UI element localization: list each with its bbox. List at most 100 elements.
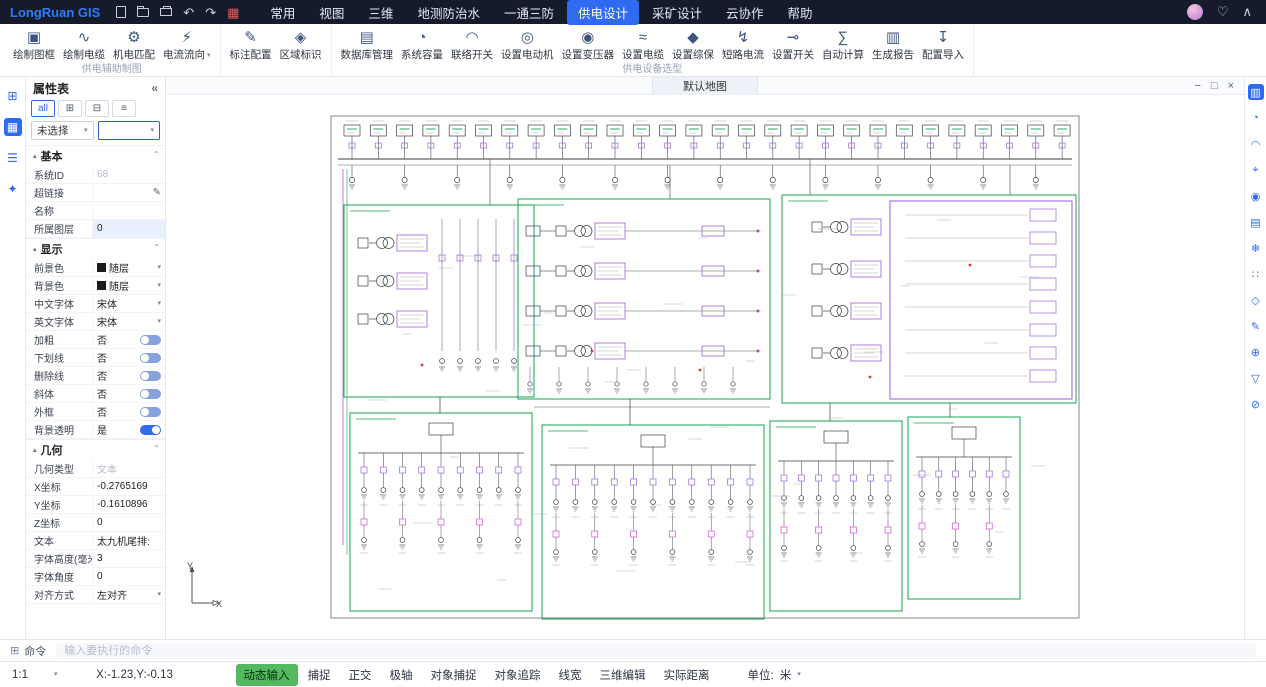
auto-calc-button[interactable]: ∑自动计算 — [818, 27, 868, 63]
palette-icon[interactable]: ▦ — [227, 6, 239, 19]
edit-icon[interactable]: ✎ — [153, 187, 161, 198]
map-panel-icon[interactable]: ▦ — [4, 118, 22, 136]
menu-tab-6[interactable]: 采矿设计 — [641, 0, 713, 25]
pie-icon[interactable]: ◔ — [1248, 110, 1264, 126]
layers-tab-icon[interactable]: ≡ — [112, 100, 136, 117]
current-direction-button[interactable]: ⚡电流流向▾ — [159, 27, 215, 63]
grid-icon[interactable]: ∷ — [1248, 266, 1264, 282]
drawing-canvas[interactable]: Y X — [166, 95, 1244, 639]
property-value[interactable]: 随层▾ — [92, 259, 165, 276]
menu-tab-8[interactable]: 帮助 — [777, 0, 824, 25]
link-icon[interactable]: ✦ — [4, 180, 22, 198]
diamond-icon[interactable]: ◇ — [1248, 292, 1264, 308]
capacity-button[interactable]: ◔系统容量 — [397, 27, 447, 63]
new-file-icon[interactable] — [116, 6, 126, 18]
toggle-switch[interactable] — [140, 425, 161, 435]
field-tab-icon[interactable]: ⊟ — [85, 100, 109, 117]
property-value[interactable] — [92, 202, 165, 219]
menu-tab-7[interactable]: 云协作 — [715, 0, 775, 25]
list-icon[interactable]: ☰ — [4, 149, 22, 167]
property-value[interactable]: 否 — [92, 331, 165, 348]
property-value[interactable]: 0 — [92, 568, 165, 585]
status-toggle-1[interactable]: 捕捉 — [300, 664, 339, 686]
toggle-switch[interactable] — [140, 407, 161, 417]
motor-button[interactable]: ◎设置电动机 — [497, 27, 558, 63]
edit-icon[interactable]: ✎ — [1248, 318, 1264, 334]
gear-button[interactable]: ⚙机电匹配 — [109, 27, 159, 63]
filter-dropdown[interactable]: ▾ — [98, 121, 161, 140]
protection-button[interactable]: ◆设置综保 — [668, 27, 718, 63]
menu-tab-2[interactable]: 三维 — [357, 0, 404, 25]
collapse-panel-icon[interactable]: « — [151, 81, 158, 95]
database-button[interactable]: ▤数据库管理 — [337, 27, 398, 63]
property-value[interactable]: 0 — [92, 514, 165, 531]
property-value[interactable]: 宋体▾ — [92, 295, 165, 312]
status-toggle-7[interactable]: 三维编辑 — [592, 664, 654, 686]
close-icon[interactable]: × — [1228, 80, 1234, 92]
menu-tab-0[interactable]: 常用 — [259, 0, 306, 25]
section-header-2[interactable]: ▴几何ˆ — [26, 439, 165, 460]
property-value[interactable]: 是 — [92, 421, 165, 438]
print-icon[interactable] — [160, 8, 172, 16]
property-value[interactable]: 否 — [92, 403, 165, 420]
toggle-switch[interactable] — [140, 335, 161, 345]
pages-icon[interactable]: ▥ — [1248, 84, 1264, 100]
layers-icon[interactable]: ▤ — [1248, 214, 1264, 230]
switch-button[interactable]: ⊸设置开关 — [768, 27, 818, 63]
menu-tab-3[interactable]: 地测防治水 — [406, 0, 491, 25]
snowflake-icon[interactable]: ❄ — [1248, 240, 1264, 256]
property-value[interactable]: 否 — [92, 349, 165, 366]
property-value[interactable]: 太九机尾排: — [92, 532, 165, 549]
selection-dropdown[interactable]: 未选择 ▾ — [31, 121, 94, 140]
collapse-ribbon-icon[interactable]: ∧ — [1242, 4, 1252, 20]
property-value[interactable]: -0.2765169 — [92, 478, 165, 495]
status-toggle-3[interactable]: 极轴 — [382, 664, 421, 686]
property-value[interactable]: 宋体▾ — [92, 313, 165, 330]
tie-switch-button[interactable]: ◠联络开关 — [447, 27, 497, 63]
record-icon[interactable]: ◉ — [1248, 188, 1264, 204]
redo-icon[interactable]: ↷ — [205, 6, 216, 19]
area-label-button[interactable]: ◈区域标识 — [276, 27, 326, 63]
units-dropdown[interactable]: 单位: 米 ▾ — [748, 667, 801, 683]
menu-tab-1[interactable]: 视图 — [308, 0, 355, 25]
status-toggle-0[interactable]: 动态输入 — [236, 664, 298, 686]
report-button[interactable]: ▥生成报告 — [868, 27, 918, 63]
short-circuit-button[interactable]: ↯短路电流 — [718, 27, 768, 63]
slash-icon[interactable]: ⊘ — [1248, 396, 1264, 412]
maximize-icon[interactable]: □ — [1211, 80, 1218, 92]
property-value[interactable]: -0.1610896 — [92, 496, 165, 513]
status-toggle-8[interactable]: 实际距离 — [656, 664, 718, 686]
import-button[interactable]: ↧配置导入 — [918, 27, 968, 63]
draw-frame-button[interactable]: ▣绘制图框 — [9, 27, 59, 63]
locate-icon[interactable]: ⌖ — [1248, 162, 1264, 178]
zoom-dropdown[interactable]: 1:1 ▾ — [0, 669, 70, 681]
schematic-diagram[interactable] — [330, 115, 1080, 620]
minimize-icon[interactable]: − — [1194, 80, 1200, 92]
status-toggle-6[interactable]: 线宽 — [551, 664, 590, 686]
toggle-switch[interactable] — [140, 371, 161, 381]
props-tab-all[interactable]: all — [31, 100, 55, 117]
user-avatar[interactable] — [1187, 4, 1203, 20]
command-input[interactable] — [56, 643, 1256, 659]
property-value[interactable]: 随层▾ — [92, 277, 165, 294]
property-value[interactable]: 3 — [92, 550, 165, 567]
filter-icon[interactable]: ▽ — [1248, 370, 1264, 386]
status-toggle-4[interactable]: 对象捕捉 — [423, 664, 485, 686]
cable-button[interactable]: ≈设置电缆 — [618, 27, 668, 63]
property-value[interactable]: 否 — [92, 385, 165, 402]
legend-icon[interactable]: ⊞ — [4, 87, 22, 105]
annotation-config-button[interactable]: ✎标注配置 — [226, 27, 276, 63]
status-toggle-5[interactable]: 对象追踪 — [487, 664, 549, 686]
menu-tab-4[interactable]: 一通三防 — [493, 0, 565, 25]
status-toggle-2[interactable]: 正交 — [341, 664, 380, 686]
property-value[interactable]: 否 — [92, 367, 165, 384]
toggle-switch[interactable] — [140, 353, 161, 363]
add-circle-icon[interactable]: ⊕ — [1248, 344, 1264, 360]
section-header-0[interactable]: ▴基本ˆ — [26, 145, 165, 166]
transformer-button[interactable]: ◉设置变压器 — [558, 27, 619, 63]
document-tab[interactable]: 默认地图 — [652, 77, 758, 95]
form-tab-icon[interactable]: ⊞ — [58, 100, 82, 117]
property-value[interactable]: 0 — [92, 220, 165, 237]
section-header-1[interactable]: ▴显示ˆ — [26, 238, 165, 259]
menu-tab-5[interactable]: 供电设计 — [567, 0, 639, 25]
